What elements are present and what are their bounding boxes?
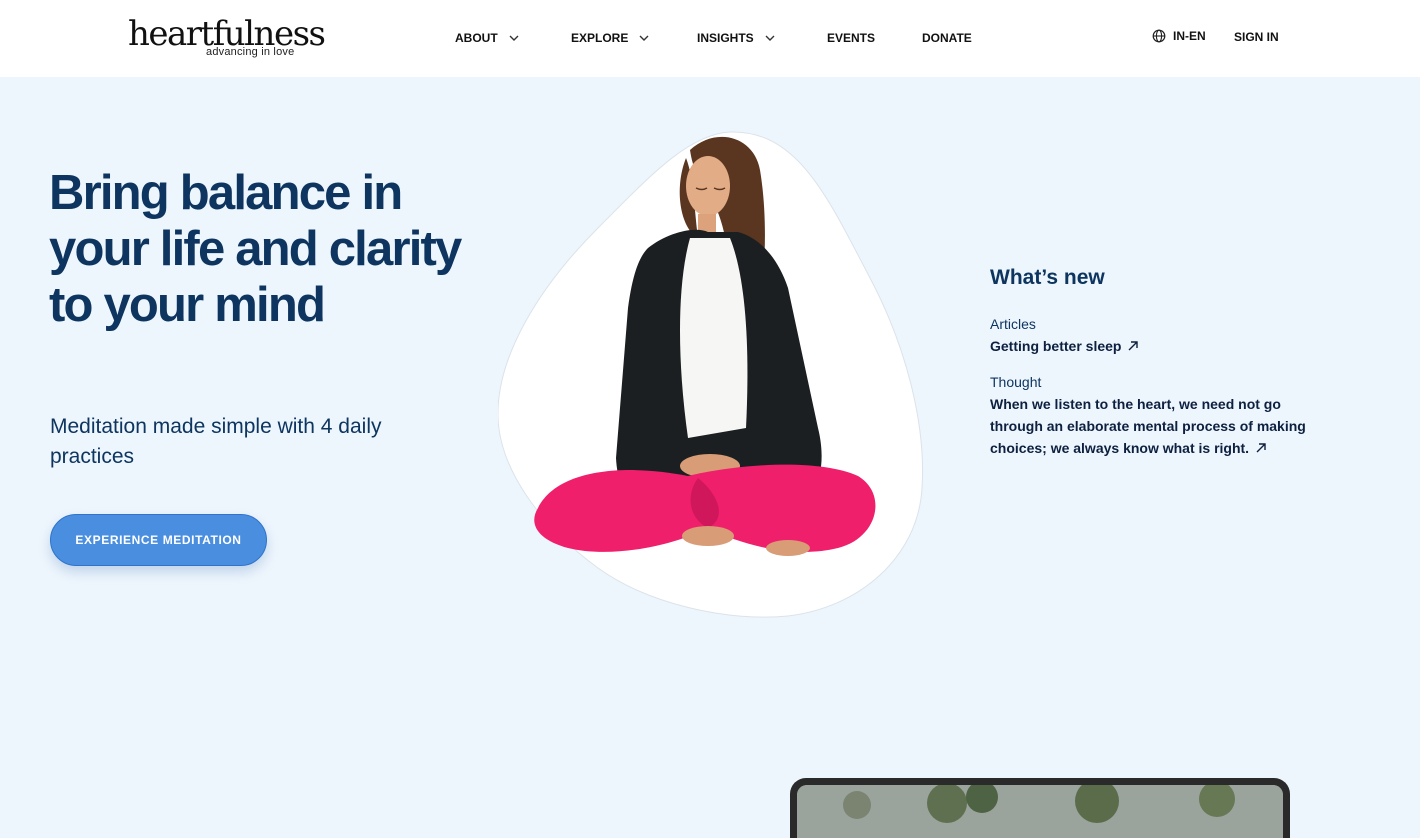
heartfulness-logo[interactable]: heartfulness advancing in love bbox=[128, 14, 326, 64]
nav-about-label: ABOUT bbox=[455, 31, 498, 45]
whats-new-category: Thought bbox=[990, 374, 1042, 390]
chevron-down-icon bbox=[639, 35, 649, 41]
whats-new-link[interactable]: When we listen to the heart, we need not… bbox=[990, 393, 1310, 459]
nav-explore[interactable]: EXPLORE bbox=[571, 31, 650, 45]
whats-new-link-text: Getting better sleep bbox=[990, 338, 1122, 354]
chevron-down-icon bbox=[509, 35, 519, 41]
trees-thumbnail-image bbox=[797, 785, 1283, 838]
sign-in-link[interactable]: SIGN IN bbox=[1234, 30, 1279, 44]
nav-explore-label: EXPLORE bbox=[571, 31, 629, 45]
whats-new-link[interactable]: Getting better sleep bbox=[990, 335, 1310, 357]
nav-events[interactable]: EVENTS bbox=[827, 31, 875, 45]
nav-insights[interactable]: INSIGHTS bbox=[697, 31, 776, 45]
site-header: heartfulness advancing in love ABOUT EXP… bbox=[0, 0, 1420, 77]
arrow-up-right-icon bbox=[1128, 341, 1139, 351]
experience-meditation-button[interactable]: EXPERIENCE MEDITATION bbox=[50, 514, 267, 566]
whats-new-title: What’s new bbox=[990, 266, 1105, 289]
nav-donate[interactable]: DONATE bbox=[922, 31, 972, 45]
whats-new-category: Articles bbox=[990, 316, 1036, 332]
language-label: IN-EN bbox=[1173, 29, 1206, 43]
nav-events-label: EVENTS bbox=[827, 31, 876, 45]
hero-title: Bring balance in your life and clarity t… bbox=[49, 166, 462, 332]
video-thumbnail bbox=[797, 785, 1283, 838]
nav-insights-label: INSIGHTS bbox=[697, 31, 754, 45]
hero-subtitle: Meditation made simple with 4 daily prac… bbox=[50, 415, 382, 468]
globe-icon bbox=[1152, 29, 1166, 43]
nav-about[interactable]: ABOUT bbox=[455, 31, 520, 45]
nav-donate-label: DONATE bbox=[922, 31, 972, 45]
meditation-hero-image bbox=[498, 131, 924, 618]
language-selector[interactable]: IN-EN bbox=[1152, 29, 1206, 43]
arrow-up-right-icon bbox=[1256, 443, 1266, 453]
chevron-down-icon bbox=[765, 35, 775, 41]
video-preview-card[interactable] bbox=[790, 778, 1290, 838]
logo-tagline: advancing in love bbox=[206, 46, 295, 58]
